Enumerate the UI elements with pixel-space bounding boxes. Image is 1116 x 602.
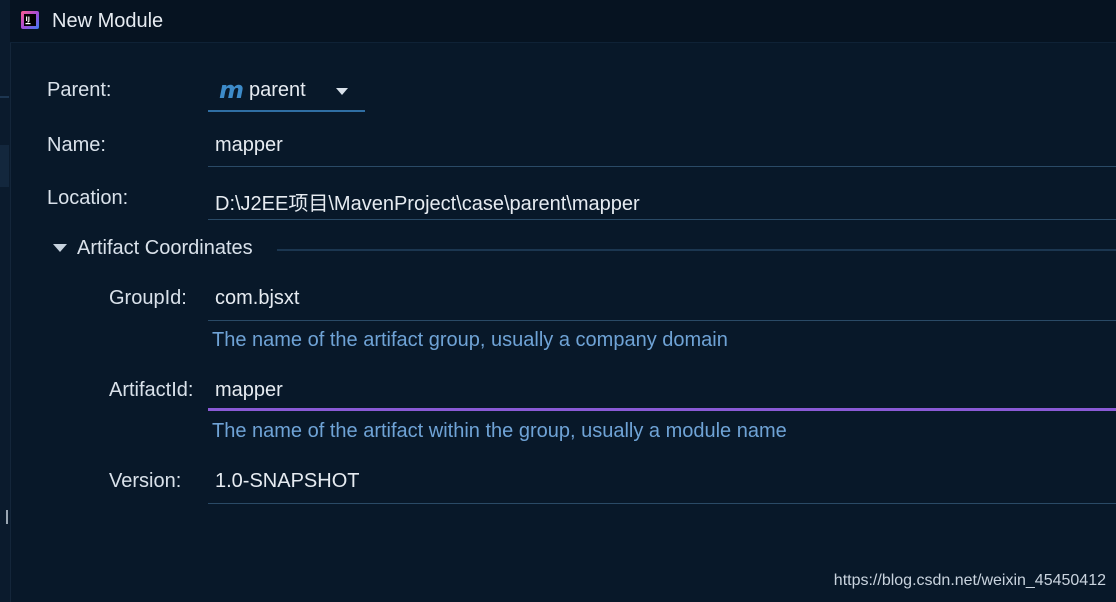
maven-m-icon: m xyxy=(219,76,245,104)
expand-toggle-icon[interactable] xyxy=(53,244,67,252)
location-label: Location: xyxy=(47,187,129,209)
name-input-value[interactable]: mapper xyxy=(215,134,283,157)
groupid-hint: The name of the artifact group, usually … xyxy=(212,329,728,351)
parent-label: Parent: xyxy=(47,79,112,101)
watermark-url: https://blog.csdn.net/weixin_45450412 xyxy=(833,572,1106,589)
version-input-value[interactable]: 1.0-SNAPSHOT xyxy=(215,470,359,493)
ide-background-strip xyxy=(0,0,11,602)
groupid-field-underline xyxy=(208,320,1116,321)
title-bar[interactable]: IJ New Module xyxy=(10,0,1116,43)
combo-underline xyxy=(208,110,365,112)
parent-value: parent xyxy=(249,79,306,101)
groupid-label: GroupId: xyxy=(109,287,187,309)
new-module-dialog: IJ New Module Parent: m parent Name: map… xyxy=(0,0,1116,602)
version-field-underline xyxy=(208,503,1116,504)
artifactid-label: ArtifactId: xyxy=(109,379,194,401)
location-field-underline xyxy=(208,219,1116,220)
artifactid-hint: The name of the artifact within the grou… xyxy=(212,420,787,442)
section-divider xyxy=(277,249,1116,251)
artifact-coordinates-title[interactable]: Artifact Coordinates xyxy=(77,237,253,260)
ide-strip-divider xyxy=(0,96,9,98)
chevron-down-icon[interactable] xyxy=(336,88,348,95)
name-label: Name: xyxy=(47,134,106,156)
groupid-input-value[interactable]: com.bjsxt xyxy=(215,287,299,310)
window-title: New Module xyxy=(52,10,164,32)
name-field-underline xyxy=(208,166,1116,167)
parent-combobox[interactable]: m parent xyxy=(208,72,365,112)
ide-strip-highlight xyxy=(0,145,9,187)
svg-text:IJ: IJ xyxy=(26,16,30,23)
version-label: Version: xyxy=(109,470,182,492)
intellij-idea-icon: IJ xyxy=(21,11,39,29)
ide-strip-tick xyxy=(6,510,8,524)
artifactid-input-value[interactable]: mapper xyxy=(215,379,283,402)
location-input-value[interactable]: D:\J2EE项目\MavenProject\case\parent\mappe… xyxy=(215,187,640,216)
artifactid-focus-underline xyxy=(208,408,1116,411)
